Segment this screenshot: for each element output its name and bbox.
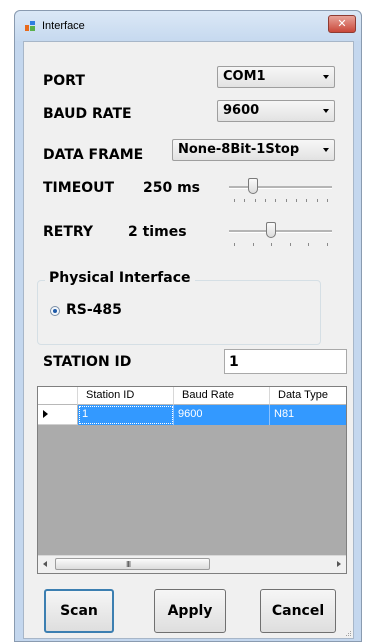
data-frame-value: None-8Bit-1Stop	[178, 142, 300, 157]
row-header[interactable]	[38, 405, 78, 425]
slider-tick	[252, 243, 254, 246]
slider-tick	[265, 199, 266, 202]
slider-thumb[interactable]	[266, 222, 277, 238]
rs485-radio[interactable]	[50, 306, 60, 316]
retry-label: RETRY	[43, 224, 94, 240]
slider-track	[229, 186, 332, 189]
grid-corner-header	[38, 387, 78, 405]
station-id-label: STATION ID	[43, 354, 132, 370]
cell-data-type[interactable]: N81	[270, 405, 346, 425]
scroll-left-icon[interactable]	[43, 561, 47, 567]
grid-header-station-id[interactable]: Station ID	[78, 387, 174, 405]
retry-slider[interactable]	[229, 222, 332, 248]
scan-button[interactable]: Scan	[44, 589, 114, 633]
slider-thumb[interactable]	[247, 178, 258, 194]
port-label: PORT	[43, 73, 85, 89]
slider-tick	[275, 199, 277, 202]
current-row-arrow-icon	[43, 410, 48, 418]
grid-header-baud-rate[interactable]: Baud Rate	[174, 387, 270, 405]
horizontal-scrollbar[interactable]: III	[38, 555, 346, 573]
baud-rate-value: 9600	[223, 103, 260, 118]
cell-station-id[interactable]: 1	[78, 405, 174, 425]
slider-tick	[244, 199, 246, 202]
interface-app-icon	[25, 21, 35, 31]
retry-value: 2 times	[128, 224, 187, 240]
port-dropdown[interactable]: COM1	[217, 66, 335, 88]
grid-header-data-type[interactable]: Data Type	[270, 387, 346, 405]
scrollbar-thumb[interactable]: III	[55, 558, 210, 570]
timeout-value: 250 ms	[143, 180, 201, 196]
slider-tick	[296, 199, 297, 202]
physical-interface-title: Physical Interface	[45, 270, 195, 286]
station-id-input[interactable]: 1	[224, 349, 347, 374]
timeout-slider[interactable]	[229, 178, 332, 204]
station-id-value: 1	[229, 354, 239, 370]
chevron-down-icon	[323, 109, 329, 113]
rs485-label[interactable]: RS-485	[66, 302, 122, 318]
title-bar[interactable]: Interface ✕	[15, 11, 361, 41]
slider-track	[229, 230, 332, 233]
slider-tick	[285, 199, 287, 202]
data-frame-label: DATA FRAME	[43, 147, 144, 163]
data-frame-dropdown[interactable]: None-8Bit-1Stop	[172, 139, 335, 161]
station-grid[interactable]: Station ID Baud Rate Data Type 1 9600 N8…	[37, 386, 347, 574]
scroll-grip: III	[126, 560, 131, 569]
radio-selected-dot	[53, 309, 57, 313]
cell-baud-rate[interactable]: 9600	[174, 405, 270, 425]
cancel-button[interactable]: Cancel	[260, 589, 336, 633]
chevron-down-icon	[323, 148, 329, 152]
baud-rate-label: BAUD RATE	[43, 106, 132, 122]
chevron-down-icon	[323, 75, 329, 79]
client-area: PORT COM1 BAUD RATE 9600 DATA FRAME None…	[23, 41, 354, 639]
close-button[interactable]: ✕	[328, 15, 356, 33]
slider-tick	[234, 199, 235, 202]
slider-tick	[234, 243, 235, 246]
slider-tick	[327, 199, 328, 202]
slider-tick	[289, 243, 291, 246]
scroll-right-icon[interactable]	[337, 561, 341, 567]
slider-tick	[308, 243, 310, 246]
timeout-label: TIMEOUT	[43, 180, 115, 196]
apply-button[interactable]: Apply	[154, 589, 226, 633]
resize-grip-icon[interactable]	[344, 629, 352, 637]
port-value: COM1	[223, 69, 266, 84]
baud-rate-dropdown[interactable]: 9600	[217, 100, 335, 122]
slider-tick	[316, 199, 318, 202]
window-title: Interface	[42, 20, 85, 32]
slider-tick	[254, 199, 256, 202]
slider-tick	[271, 243, 273, 246]
interface-window: Interface ✕ PORT COM1 BAUD RATE 9600 DAT…	[14, 10, 362, 642]
slider-tick	[306, 199, 308, 202]
slider-tick	[327, 243, 328, 246]
